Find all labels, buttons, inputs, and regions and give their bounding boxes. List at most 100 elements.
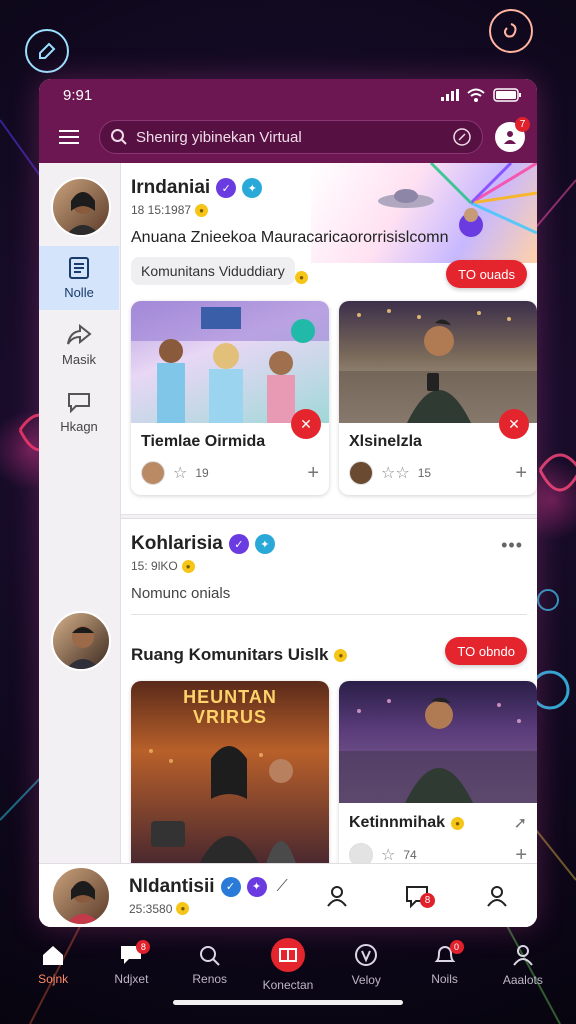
menu-icon[interactable] [51,119,87,155]
user-time: 25:3580 [129,901,173,916]
user-icon[interactable] [297,884,377,908]
tab-label: Sojnk [38,972,69,986]
signal-icon [441,89,459,101]
add-icon[interactable]: + [307,462,319,485]
search-icon [199,946,220,966]
feed: Irndaniai ✓ ✦ 18 15:1987 ● Anuana Znieeko… [121,161,537,927]
verified-icon: ✓ [220,876,241,897]
status-time: 9:91 [63,86,93,104]
message-icon[interactable]: 8 [377,883,457,909]
card-image [131,301,329,423]
badge-icon: ✦ [246,876,267,897]
edit-icon[interactable] [25,29,69,73]
sidebar-item-nolle[interactable]: Nolle [39,246,119,310]
battery-icon [493,88,521,102]
mascot-icon[interactable] [489,9,533,53]
coin-icon: ● [181,559,195,573]
user-icon [504,131,516,144]
verified-icon: ✓ [228,534,249,554]
tab-search[interactable]: Renos [177,944,243,986]
tab-label: Renos [192,972,228,986]
profile-icon[interactable] [457,884,537,908]
tab-home[interactable]: Sojnk [20,944,86,986]
search-icon [111,129,127,145]
share-icon[interactable]: ➚ [514,813,527,833]
tab-label: Aaalots [502,973,543,987]
share-icon [67,323,92,345]
tab-explore[interactable]: Veloy [333,943,399,987]
search-bar[interactable] [99,120,483,154]
tab-label: Konectan [262,978,314,992]
app-window: 9:91 7 Nolle [39,79,537,927]
app-bar: 7 [39,111,537,163]
star-icon[interactable]: ☆ [173,463,187,483]
tab-profile[interactable]: Aaalots [490,943,556,987]
coin-icon: ● [176,902,190,915]
post-card: Irndaniai ✓ ✦ 18 15:1987 ● Anuana Znieeko… [121,161,537,515]
sidebar-item-hkagn[interactable]: Hkagn [39,380,119,444]
news-icon [69,256,89,279]
section-title: Ruang Komunitars Uislk [131,645,329,664]
community-chip-label: Komunitans Viduddiary [141,263,285,279]
card-rating: 74 [403,848,417,862]
coin-icon: ● [334,648,348,662]
media-card[interactable]: HEUNTAN VRIRUS [131,681,329,881]
avatar[interactable] [51,865,111,926]
card-image: HEUNTAN VRIRUS [131,681,329,881]
post-time: 18 15:1987 [131,203,192,217]
user-name[interactable]: Nldantisii [129,876,215,898]
status-bar: 9:91 [39,79,537,111]
notification-badge: 0 [449,940,464,954]
avatar [349,461,373,485]
tab-label: Noils [431,972,458,986]
close-icon[interactable]: ✕ [291,409,321,439]
bottom-user-bar: Nldantisii ✓ ✦ ⟋ 25:3580 ● 8 [39,863,537,927]
avatar[interactable] [51,611,111,671]
media-card[interactable]: Ketinnmihak ● ➚ ☆ 74 + [339,681,537,881]
grid-icon [270,938,305,972]
card-title: Ketinnmihak [349,814,446,831]
tab-messages[interactable]: 8 Ndjxet [98,940,164,986]
follow-button[interactable]: TO ouads [446,260,527,288]
add-icon[interactable]: + [515,462,527,485]
notification-badge: 8 [136,940,151,954]
sidebar-item-label: Nolle [64,284,94,300]
post-text: Anuana Znieekoa Mauracaricaororrisislcom… [131,229,449,246]
media-card[interactable]: Tiemlae Oirmida ☆ 19 + ✕ [131,301,329,495]
post-time: 15: 9lKO [131,559,178,573]
follow-button[interactable]: TO obndo [445,637,527,665]
home-icon [43,946,64,965]
verified-icon: ✓ [216,178,237,198]
compass-icon [355,944,378,966]
swipe-icon[interactable]: ⟋ [277,878,288,896]
close-icon[interactable]: ✕ [499,409,529,439]
card-rating: 15 [417,466,432,480]
badge-icon: ✦ [242,178,263,198]
tab-notifications[interactable]: 0 Noils [412,940,478,986]
card-rating: 19 [195,466,209,480]
sidebar-item-masik[interactable]: Masik [39,313,119,377]
wifi-icon [467,88,485,102]
coin-icon: ● [451,816,465,830]
coin-icon: ● [195,203,209,217]
coin-icon: ● [295,271,308,284]
card-image [339,681,537,803]
community-chip[interactable]: Komunitans Viduddiary [131,257,295,285]
tab-label: Veloy [351,973,381,987]
left-rail: Nolle Masik Hkagn [39,163,121,927]
post-author[interactable]: Irndaniai [131,177,210,199]
star-icon[interactable]: ☆ [381,845,395,865]
search-input[interactable] [136,128,444,146]
profile-button[interactable]: 7 [495,117,530,152]
post-subtitle: Nomunc onials [131,585,527,615]
sidebar-item-label: Masik [62,351,96,367]
star-icon[interactable]: ☆☆ [381,463,410,483]
media-card[interactable]: Xlsinelzla ☆☆ 15 + ✕ [339,301,537,495]
home-indicator[interactable] [173,1000,403,1005]
tab-label: Ndjxet [114,972,149,986]
voice-search-icon[interactable] [452,127,472,147]
tab-connect[interactable]: Konectan [255,938,321,992]
avatar [141,461,165,485]
post-author[interactable]: Kohlarisia [131,533,223,555]
avatar[interactable] [51,177,111,237]
